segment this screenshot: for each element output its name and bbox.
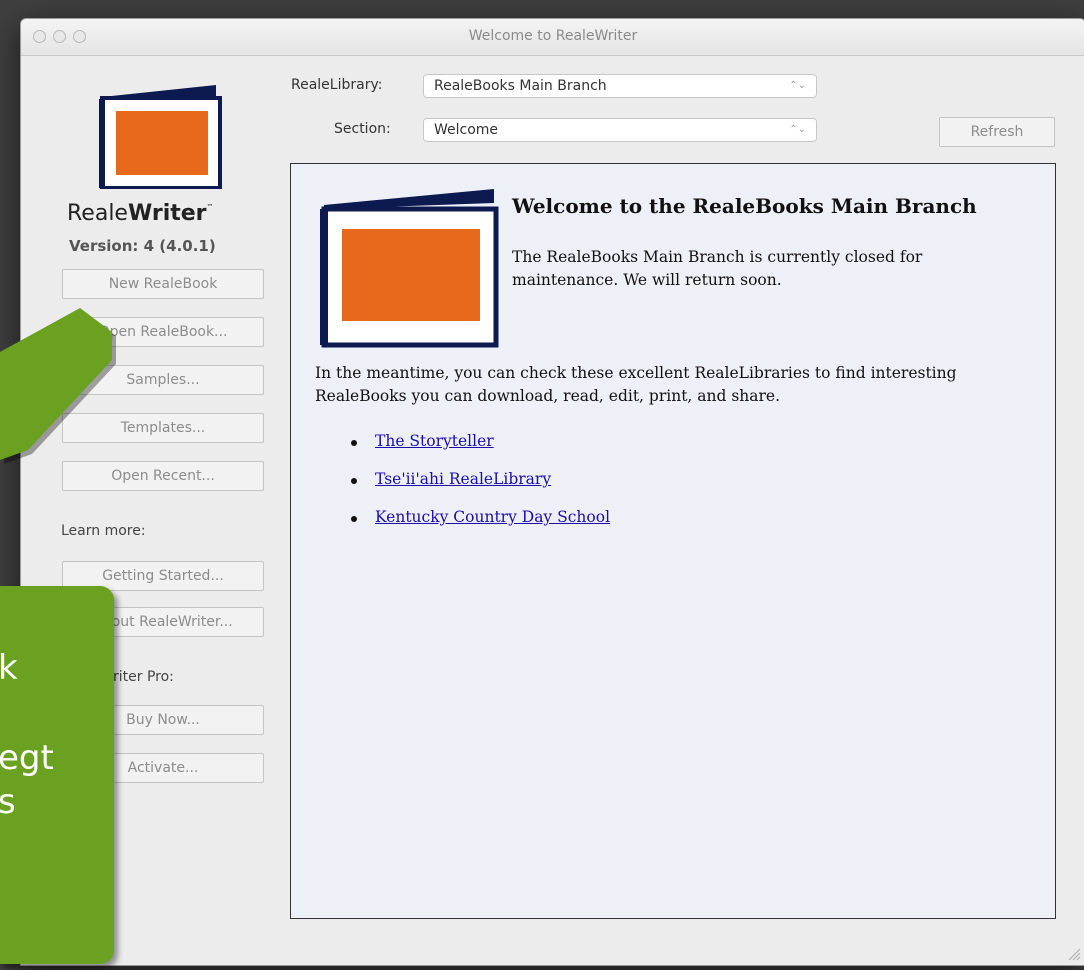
- list-item: Kentucky Country Day School: [351, 508, 610, 546]
- title-bar: Welcome to RealeWriter: [21, 19, 1084, 56]
- new-realebook-button[interactable]: New RealeBook: [62, 269, 264, 299]
- section-value: Welcome: [434, 122, 499, 138]
- welcome-content-panel: Welcome to the RealeBooks Main Branch Th…: [290, 163, 1056, 919]
- list-item: The Storyteller: [351, 432, 610, 470]
- callout-line-2: egt: [0, 738, 54, 778]
- bullet-icon: [351, 440, 357, 446]
- select-arrows-icon: ⌃⌄: [789, 124, 806, 135]
- tseiiahi-link[interactable]: Tse'ii'ahi RealeLibrary: [375, 470, 551, 488]
- library-link-list: The Storyteller Tse'ii'ahi RealeLibrary …: [351, 432, 610, 546]
- window-title: Welcome to RealeWriter: [468, 28, 638, 44]
- realelibrary-label: RealeLibrary:: [291, 77, 383, 93]
- green-arrow-callout: [0, 308, 116, 464]
- realebook-illustration-icon: [320, 189, 499, 348]
- callout-line-1: k: [0, 648, 18, 688]
- callout-line-3: s: [0, 782, 16, 822]
- realelibrary-select[interactable]: RealeBooks Main Branch ⌃⌄: [423, 74, 817, 98]
- green-callout-box: k egt s: [0, 586, 114, 964]
- meantime-message: In the meantime, you can check these exc…: [315, 364, 957, 405]
- realewriter-logo-icon: [99, 85, 222, 189]
- refresh-button[interactable]: Refresh: [939, 117, 1055, 147]
- realelibrary-value: RealeBooks Main Branch: [434, 78, 607, 94]
- storyteller-link[interactable]: The Storyteller: [375, 432, 494, 450]
- brand-name: RealeWriter™: [67, 201, 214, 226]
- select-arrows-icon: ⌃⌄: [789, 80, 806, 91]
- closed-message: The RealeBooks Main Branch is currently …: [512, 248, 923, 289]
- app-window: Welcome to RealeWriter RealeWriter™ Vers…: [20, 18, 1084, 966]
- section-select[interactable]: Welcome ⌃⌄: [423, 118, 817, 142]
- version-label: Version: 4 (4.0.1): [69, 237, 216, 255]
- kentucky-country-day-link[interactable]: Kentucky Country Day School: [375, 508, 610, 526]
- welcome-heading: Welcome to the RealeBooks Main Branch: [512, 194, 977, 218]
- section-label: Section:: [334, 121, 391, 137]
- list-item: Tse'ii'ahi RealeLibrary: [351, 470, 610, 508]
- resize-grip-icon[interactable]: [1067, 947, 1081, 961]
- bullet-icon: [351, 516, 357, 522]
- learn-more-label: Learn more:: [61, 523, 146, 539]
- bullet-icon: [351, 478, 357, 484]
